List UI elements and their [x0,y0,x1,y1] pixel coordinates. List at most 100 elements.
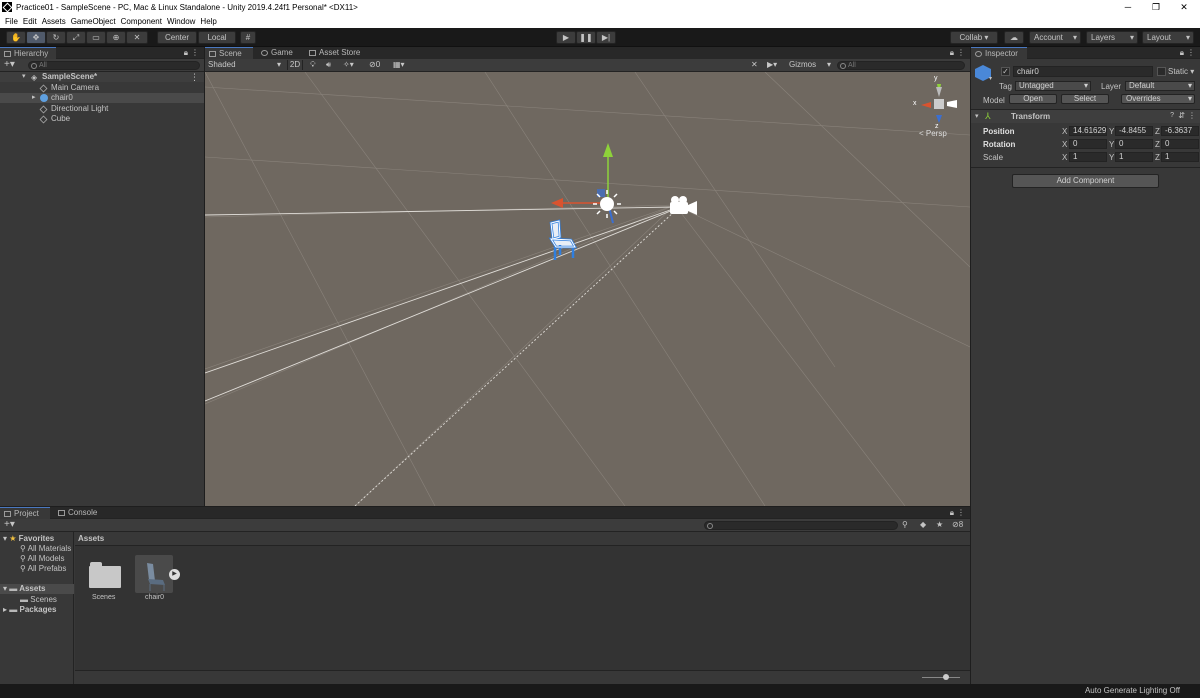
tab-game[interactable]: Game [257,47,303,59]
effects-toggle-icon[interactable]: ✧▾ [343,60,354,70]
audio-toggle-icon[interactable]: 🔊︎ [326,60,331,70]
scale-tool-button[interactable]: ⤢ [66,31,86,44]
close-button[interactable]: ✕ [1170,0,1198,14]
transform-tool-button[interactable]: ⊕ [106,31,126,44]
object-name-field[interactable]: chair0 [1013,66,1153,77]
search-by-type-icon[interactable]: ⚲ [902,520,908,529]
static-dropdown[interactable]: Static ▾ [1168,67,1194,76]
perspective-label[interactable]: < Persp [919,129,947,138]
menu-file[interactable]: File [5,17,18,26]
scale-y-field[interactable]: 1 [1115,152,1153,162]
lock-icon[interactable]: 🔒︎ [184,48,188,58]
cloud-button[interactable]: ☁ [1004,31,1024,44]
scene-canvas[interactable] [205,47,970,506]
folder-scenes[interactable]: ▬ Scenes [20,595,57,604]
tab-console[interactable]: Console [54,507,104,519]
2d-toggle-button[interactable]: 2D [287,60,303,70]
preset-icon[interactable]: ⇵ [1178,111,1185,120]
packages-folder-row[interactable]: ▸ ▬ Packages [3,605,56,614]
tab-scene[interactable]: Scene [205,47,253,59]
menu-gameobject[interactable]: GameObject [71,17,116,26]
orientation-gizmo[interactable]: y x z < Persp [913,75,967,139]
tab-inspector[interactable]: Inspector [971,47,1027,59]
zoom-slider-track[interactable] [922,677,960,678]
expand-arrow-icon[interactable]: ▾ [22,72,26,80]
favorite-star-icon[interactable]: ★ [936,520,943,529]
collab-button[interactable]: Collab ▾ [950,31,998,44]
account-dropdown[interactable]: Account ▾ [1029,31,1081,44]
help-icon[interactable]: ? [1170,112,1174,119]
move-tool-button[interactable]: ✥ [26,31,46,44]
lock-icon[interactable]: 🔒︎ [950,508,954,518]
lighting-toggle-icon[interactable]: 💡︎ [310,60,316,70]
zoom-slider-thumb[interactable] [943,674,949,680]
rotation-x-field[interactable]: 0 [1069,139,1107,149]
position-z-field[interactable]: -6.3637 [1161,126,1199,136]
scene-menu-icon[interactable]: ⋮ [190,72,199,83]
tab-hierarchy[interactable]: Hierarchy [0,47,56,59]
hidden-packages-icon[interactable]: ⊘8 [952,520,963,529]
rotation-z-field[interactable]: 0 [1161,139,1199,149]
transform-component-header[interactable]: ▾ ⅄ Transform ? ⇵ ⋮ [971,109,1200,123]
menu-help[interactable]: Help [200,17,216,26]
gizmos-dropdown[interactable]: Gizmos ▾ [789,60,831,70]
scale-x-field[interactable]: 1 [1069,152,1107,162]
play-button[interactable]: ▶ [556,31,576,44]
position-y-field[interactable]: -4.8455 [1115,126,1153,136]
favorite-all-prefabs[interactable]: ⚲ All Prefabs [20,564,66,573]
hierarchy-search-input[interactable]: All [28,61,200,70]
tab-asset-store[interactable]: Asset Store [305,47,369,59]
create-plus-button[interactable]: +▾ [4,519,15,530]
scale-z-field[interactable]: 1 [1161,152,1199,162]
panel-menu-icon[interactable]: ⋮ [1187,48,1195,57]
menu-component[interactable]: Component [121,17,162,26]
favorite-all-models[interactable]: ⚲ All Models [20,554,65,563]
hierarchy-item-cube[interactable]: Cube [0,114,204,124]
pivot-center-button[interactable]: Center [157,31,197,44]
asset-item-chair0[interactable]: ▶ [135,555,180,593]
lock-icon[interactable]: 🔒︎ [1180,48,1184,58]
grid-snap-button[interactable]: # [240,31,256,44]
static-checkbox[interactable] [1157,67,1166,76]
layout-dropdown[interactable]: Layout ▾ [1142,31,1194,44]
pause-button[interactable]: ❚❚ [576,31,596,44]
asset-item-scenes[interactable] [89,560,121,590]
overrides-dropdown[interactable]: Overrides ▾ [1121,94,1195,104]
restore-button[interactable]: ❐ [1142,0,1170,14]
layer-dropdown[interactable]: Default ▾ [1125,81,1195,91]
panel-menu-icon[interactable]: ⋮ [191,48,199,57]
custom-tool-button[interactable]: ✕ [126,31,148,44]
grid-visibility-icon[interactable]: ▦▾ [393,60,405,70]
hierarchy-item-directional-light[interactable]: Directional Light [0,104,204,114]
component-menu-icon[interactable]: ⋮ [1188,111,1196,120]
camera-settings-icon[interactable]: ▶▾ [767,60,777,70]
rotate-tool-button[interactable]: ↻ [46,31,66,44]
tab-project[interactable]: Project [0,507,50,519]
tools-x-icon[interactable]: ✕ [751,60,758,70]
shading-mode-dropdown[interactable]: Shaded ▾ [208,60,283,70]
position-x-field[interactable]: 14.61629 [1069,126,1107,136]
panel-menu-icon[interactable]: ⋮ [957,508,965,517]
layers-dropdown[interactable]: Layers ▾ [1086,31,1138,44]
expand-play-icon[interactable]: ▶ [169,569,180,580]
lock-icon[interactable]: 🔒︎ [950,48,954,58]
scene-search-input[interactable]: All [837,61,965,70]
panel-menu-icon[interactable]: ⋮ [957,48,965,57]
rect-tool-button[interactable]: ▭ [86,31,106,44]
minimize-button[interactable]: ─ [1114,0,1142,14]
project-search-input[interactable] [704,521,898,530]
expand-arrow-icon[interactable]: ▸ [32,93,36,103]
favorite-all-materials[interactable]: ⚲ All Materials [20,544,71,553]
favorites-row[interactable]: ▾ ★ Favorites [3,534,54,543]
tag-dropdown[interactable]: Untagged ▾ [1015,81,1091,91]
hierarchy-item-main-camera[interactable]: Main Camera [0,83,204,93]
hidden-objects-icon[interactable]: ⊘0 [369,60,380,70]
pivot-local-button[interactable]: Local [198,31,236,44]
scene-root-row[interactable]: ▾ ◈ SampleScene* ⋮ [0,72,204,82]
open-model-button[interactable]: Open [1009,94,1057,104]
foldout-arrow-icon[interactable]: ▾ [975,112,979,120]
assets-folder-row[interactable]: ▾ ▬ Assets [0,584,74,594]
add-component-button[interactable]: Add Component [1012,174,1159,188]
icon-dropdown-arrow-icon[interactable]: ▾ [989,75,992,82]
directional-light-icon[interactable] [593,190,621,218]
